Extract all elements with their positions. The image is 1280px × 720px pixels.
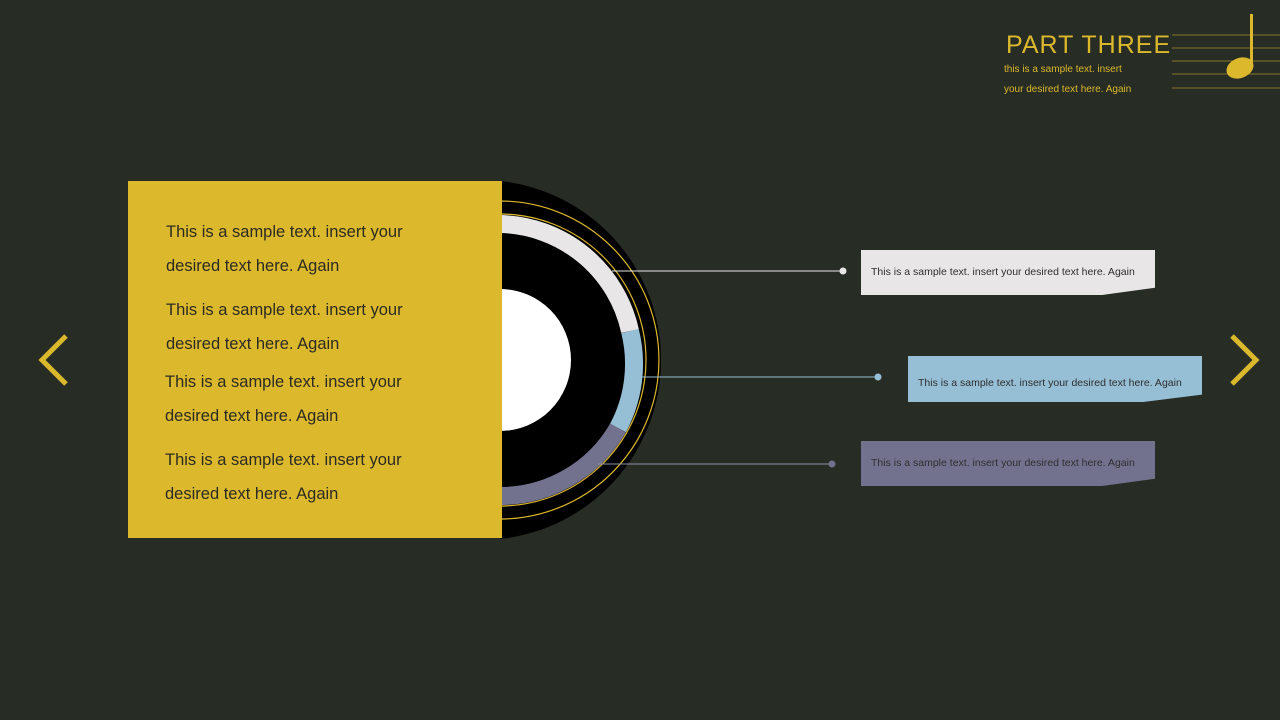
callout-label-1: This is a sample text. insert your desir… bbox=[861, 250, 1155, 295]
panel-item-line1: This is a sample text. insert your bbox=[165, 451, 402, 469]
panel-item-3: This is a sample text. insert your desir… bbox=[165, 365, 465, 433]
panel-item-line1: This is a sample text. insert your bbox=[166, 301, 403, 319]
panel-item-line1: This is a sample text. insert your bbox=[165, 373, 402, 391]
panel-item-4: This is a sample text. insert your desir… bbox=[165, 443, 465, 511]
panel-item-1: This is a sample text. insert your desir… bbox=[166, 215, 466, 283]
panel-item-line2: desired text here. Again bbox=[166, 335, 340, 353]
panel-item-line2: desired text here. Again bbox=[165, 407, 339, 425]
panel-item-line2: desired text here. Again bbox=[166, 257, 340, 275]
panel-item-line1: This is a sample text. insert your bbox=[166, 223, 403, 241]
callout-label-2: This is a sample text. insert your desir… bbox=[908, 356, 1202, 402]
callout-label-3: This is a sample text. insert your desir… bbox=[861, 441, 1155, 486]
text-panel: This is a sample text. insert your desir… bbox=[128, 181, 502, 538]
panel-item-2: This is a sample text. insert your desir… bbox=[166, 293, 466, 361]
panel-item-line2: desired text here. Again bbox=[165, 485, 339, 503]
